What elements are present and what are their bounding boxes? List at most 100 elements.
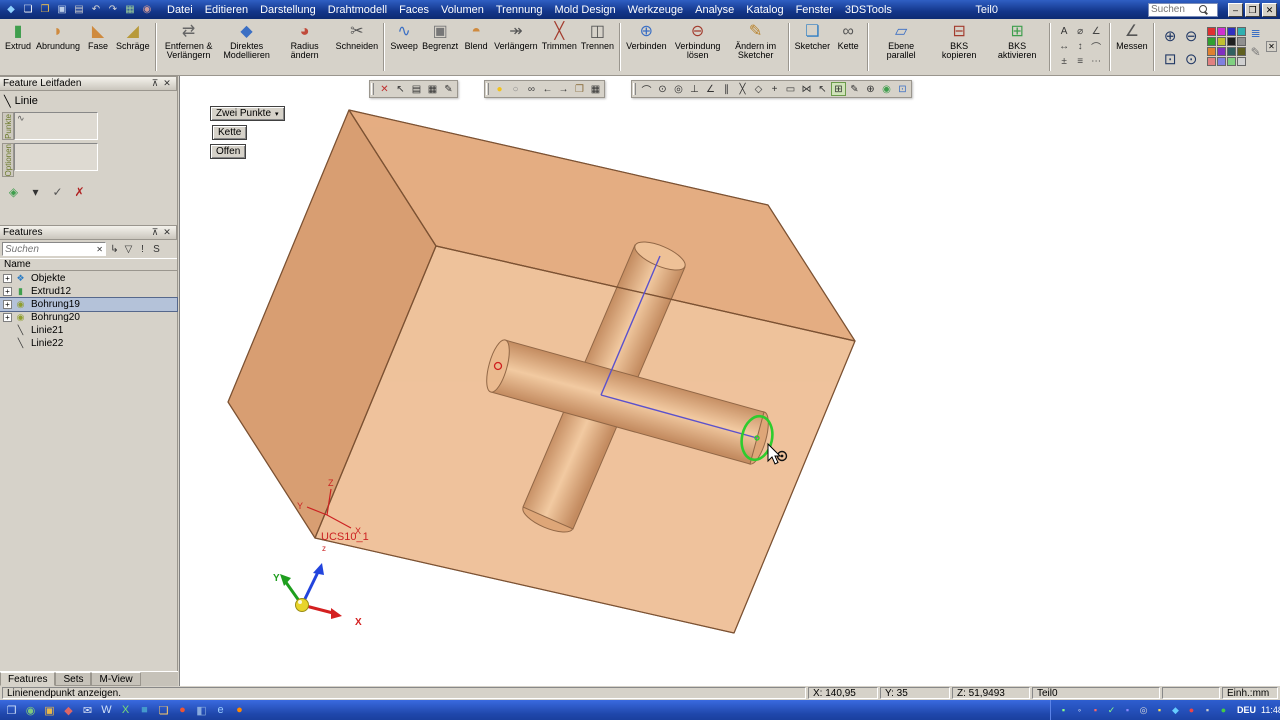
toolbar-button-abrundung[interactable]: ◗Abrundung (34, 21, 82, 52)
grid-display-icon[interactable]: ▦ (588, 82, 603, 96)
pin-icon[interactable]: ⊼ (149, 78, 161, 89)
menu-drahtmodell[interactable]: Drahtmodell (322, 3, 393, 17)
horizontal-dim-icon[interactable]: ↔ (1056, 39, 1072, 54)
tray-icon[interactable]: ● (1185, 705, 1198, 715)
sidebar-item-objekte[interactable]: + ❖ Objekte (0, 272, 177, 285)
toolbar-button-aendern-im-sketcher[interactable]: ✎Ändern im Sketcher (727, 21, 785, 61)
features-search-box[interactable]: ✕ (2, 242, 106, 256)
goto-parent-icon[interactable]: ↳ (109, 244, 120, 255)
tree-column-header[interactable]: Name (0, 258, 177, 271)
menu-darstellung[interactable]: Darstellung (254, 3, 322, 17)
toolbar-button-sweep[interactable]: ∿Sweep (388, 21, 420, 52)
snap-angle-icon[interactable]: ∠ (703, 82, 718, 96)
grid-icon[interactable]: ▦ (122, 2, 138, 17)
menu-3dstools[interactable]: 3DSTools (839, 3, 898, 17)
viewport[interactable]: Z Y X UCS10_1 z Y X ✕↖▤▦✎ ●○∞←→ (179, 76, 1280, 686)
delete-icon[interactable]: ✕ (377, 82, 392, 96)
color-swatch[interactable] (1207, 47, 1216, 56)
menu-datei[interactable]: Datei (161, 3, 199, 17)
display-mode-icon[interactable]: ▦ (425, 82, 440, 96)
toolbar-grip[interactable] (486, 83, 489, 95)
open-option-button[interactable]: Offen (210, 144, 246, 159)
redo-icon[interactable]: ↷ (105, 2, 121, 17)
snap-endpoint-icon[interactable]: ⊞ (831, 82, 846, 96)
edit-icon[interactable]: ✎ (441, 82, 456, 96)
diameter-icon[interactable]: ⌀ (1072, 24, 1088, 39)
toolbar-grip[interactable] (633, 83, 636, 95)
toolbar-button-verbinden[interactable]: ⊕Verbinden (624, 21, 669, 52)
toolbar-button-entfernen-verlaengern[interactable]: ⇄Entfernen & Verlängern (160, 21, 218, 61)
menu-trennung[interactable]: Trennung (490, 3, 549, 17)
clock[interactable]: 11:48 (1261, 705, 1274, 715)
save-icon[interactable]: ▣ (54, 2, 70, 17)
color-swatch[interactable] (1217, 57, 1226, 66)
toolbar-button-sketcher[interactable]: ❏Sketcher (793, 21, 833, 52)
layer-list-icon[interactable]: ≣ (1251, 26, 1261, 40)
toolbar-button-messen[interactable]: ∠Messen (1114, 21, 1150, 52)
text-icon[interactable]: A (1056, 24, 1072, 39)
menu-analyse[interactable]: Analyse (689, 3, 740, 17)
search-input[interactable] (1151, 4, 1199, 15)
snap-sketch-icon[interactable]: ✎ (847, 82, 862, 96)
sidebar-item-bohrung20[interactable]: + ◉ Bohrung20 (0, 311, 177, 324)
3d-scene[interactable]: Z Y X UCS10_1 z Y X (180, 76, 1280, 686)
sidebar-item-linie22[interactable]: ╲ Linie22 (0, 337, 177, 350)
vertical-dim-icon[interactable]: ↕ (1072, 39, 1088, 54)
zoom-in-icon[interactable]: ⊕ (1160, 24, 1181, 47)
taskbar-app-icon[interactable]: X (116, 701, 135, 719)
toolbar-button-bks-kopieren[interactable]: ⊟BKS kopieren (930, 21, 988, 61)
toolbar-button-schraege[interactable]: ◢Schräge (114, 21, 152, 52)
menu-katalog[interactable]: Katalog (740, 3, 789, 17)
tray-icon[interactable]: ◦ (1073, 705, 1086, 715)
taskbar-app-icon[interactable]: e (211, 701, 230, 719)
close-button[interactable]: ✕ (1262, 3, 1277, 17)
color-swatch[interactable] (1237, 47, 1246, 56)
snap-cross-icon[interactable]: ╳ (735, 82, 750, 96)
undo-icon[interactable]: ↶ (88, 2, 104, 17)
menu-editieren[interactable]: Editieren (199, 3, 254, 17)
color-swatch[interactable] (1227, 47, 1236, 56)
toolbar-button-ebene-parallel[interactable]: ▱Ebene parallel (872, 21, 930, 61)
next-view-icon[interactable]: → (556, 82, 571, 96)
toolbar-button-trimmen[interactable]: ╳Trimmen (540, 21, 579, 52)
menu-fenster[interactable]: Fenster (790, 3, 839, 17)
tray-icon[interactable]: ✓ (1105, 705, 1118, 716)
language-indicator[interactable]: DEU (1237, 705, 1250, 715)
snap-perpendicular-icon[interactable]: ⊥ (687, 82, 702, 96)
toolbar-button-trennen[interactable]: ◫Trennen (579, 21, 616, 52)
color-swatch[interactable] (1217, 47, 1226, 56)
more-icon[interactable]: ⋯ (1088, 54, 1104, 69)
toolbar-button-bks-aktivieren[interactable]: ⊞BKS aktivieren (988, 21, 1046, 61)
expander-icon[interactable]: + (3, 300, 12, 309)
toolbar-button-kette[interactable]: ∞Kette (832, 21, 864, 52)
tray-icon[interactable]: ▪ (1121, 705, 1134, 715)
cancel-button[interactable]: ✗ (72, 185, 87, 199)
color-swatch[interactable] (1217, 27, 1226, 36)
global-search-box[interactable] (1148, 3, 1218, 17)
taskbar-app-icon[interactable]: ◧ (192, 701, 211, 719)
pin-icon[interactable]: ⊼ (149, 227, 161, 238)
taskbar-app-icon[interactable]: ● (230, 701, 249, 719)
tray-icon[interactable]: ▪ (1153, 705, 1166, 715)
snap-parallel-icon[interactable]: ∥ (719, 82, 734, 96)
scope-icon[interactable]: S (151, 244, 162, 255)
leader-icon[interactable]: ≡ (1072, 54, 1088, 69)
app-icon[interactable]: ◆ (3, 2, 19, 17)
toolbar-button-direktes-modellieren[interactable]: ◆Direktes Modellieren (218, 21, 276, 61)
snap-cursor-icon[interactable]: ↖ (815, 82, 830, 96)
toolbar-grip[interactable] (371, 83, 374, 95)
search-icon[interactable] (1199, 5, 1209, 15)
dropdown-caret-icon[interactable]: ▾ (28, 185, 43, 199)
toolbar-button-verlaengern[interactable]: ↠Verlängern (492, 21, 540, 52)
menu-mold-design[interactable]: Mold Design (549, 3, 622, 17)
light-off-icon[interactable]: ○ (508, 82, 523, 96)
toolbar-button-fase[interactable]: ◣Fase (82, 21, 114, 52)
menu-werkzeuge[interactable]: Werkzeuge (622, 3, 689, 17)
toolbar-button-blend[interactable]: ◓Blend (460, 21, 492, 52)
snap-arc-icon[interactable]: ⌒ (639, 82, 654, 96)
priority-icon[interactable]: ! (137, 244, 148, 255)
snap-intersection-icon[interactable]: ⋈ (799, 82, 814, 96)
glasses-icon[interactable]: ∞ (524, 82, 539, 96)
taskbar-app-icon[interactable]: ❐ (2, 701, 21, 719)
angle-dim-icon[interactable]: ∠ (1088, 24, 1104, 39)
